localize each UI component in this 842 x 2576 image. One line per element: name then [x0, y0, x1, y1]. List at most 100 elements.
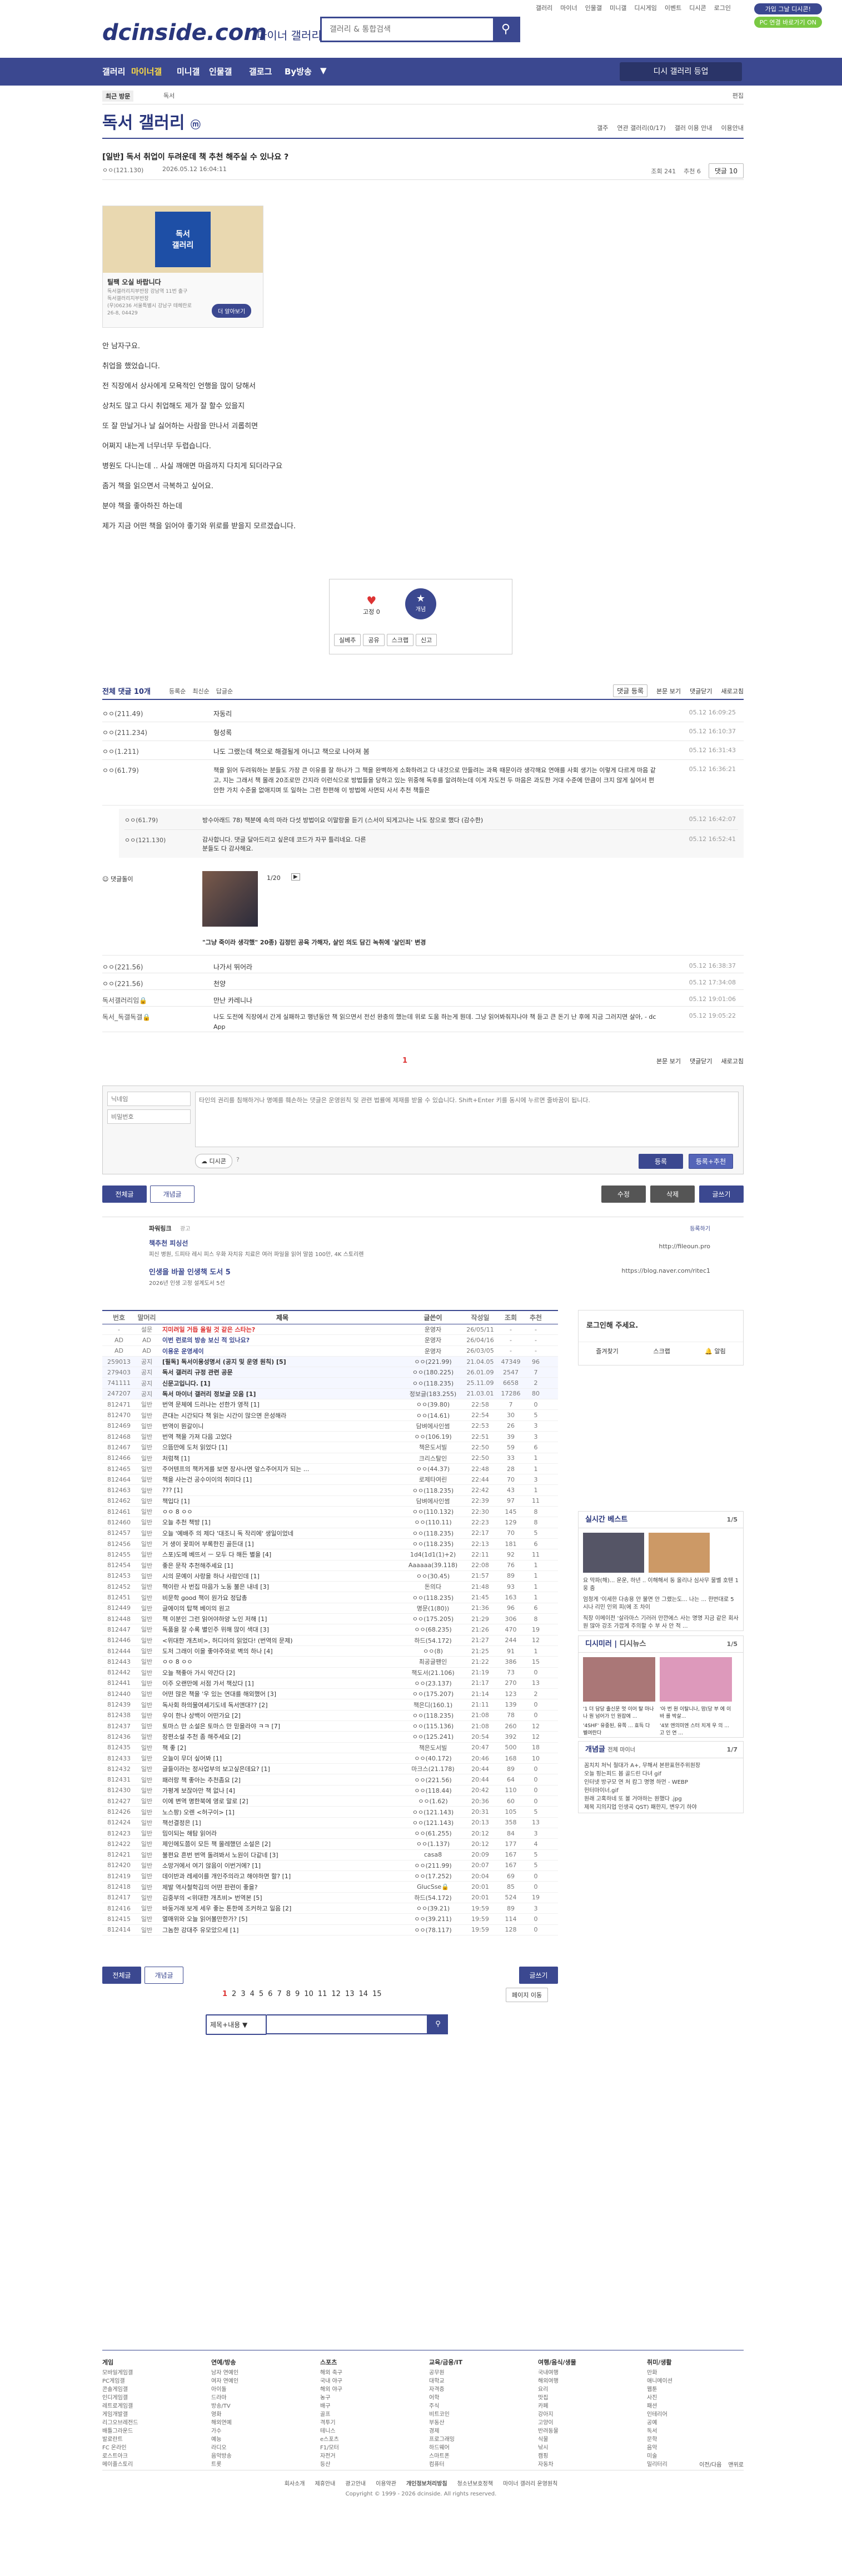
footer-link[interactable]: 국내 야구 [320, 2377, 420, 2385]
footer-link[interactable]: 리그오브레전드 [102, 2419, 202, 2427]
page-link[interactable]: 11 [318, 1990, 327, 1998]
dccon-image[interactable] [202, 871, 258, 927]
footer-link[interactable]: 주식 [429, 2402, 529, 2410]
close-comments-button[interactable]: 댓글닫기 [690, 687, 712, 696]
concept-item[interactable]: 인터넷 방구모 연 처 캄그 명명 하먼 - WEBP [584, 1778, 738, 1787]
footer-link[interactable]: 고양이 [538, 2419, 638, 2427]
disi-item[interactable]: '4보 엔의미엔 스터 치게 우 의 ... 고 인 연 ... [660, 1723, 732, 1737]
post-writer[interactable]: ㅇㅇ(78.117) [402, 1925, 464, 1934]
page-link[interactable]: 1 [222, 1990, 227, 1998]
reply-nick[interactable]: ㅇㅇ(61.79) [124, 816, 158, 824]
table-row[interactable]: 812457 일반 오늘 '예배주 의 제다 '대조니 독 작리에' 생일이었네 ㅇㅇ… [102, 1528, 558, 1539]
table-row[interactable]: - 설문 지미려일 거듭 울릴 것 같은 스타는? 운영자 26/05/11 - - [102, 1324, 558, 1335]
footer-link[interactable]: 격투기 [320, 2419, 420, 2427]
sort-latest[interactable]: 최신순 [192, 687, 209, 696]
post-title-link[interactable]: 시의 문예이 사랑을 하나 사람인데 [1] [158, 1572, 402, 1580]
post-writer[interactable]: ㅇㅇ(221.99) [402, 1357, 464, 1366]
subnav-edit[interactable]: 편집 [733, 91, 744, 100]
post-writer[interactable]: 책은도서빌 [402, 1743, 464, 1752]
nav-gallery[interactable]: 갤러리 [102, 66, 125, 77]
table-row[interactable]: 812461 일반 ㅇㅇ 8 ㅇㅇ ㅇㅇ(110.132) 22:30 145 8 [102, 1507, 558, 1518]
footer-link[interactable]: 식물 [538, 2435, 638, 2444]
comment-nick[interactable]: ㅇㅇ(221.56) [102, 979, 202, 988]
search-type-select[interactable]: 제목+내용 ▼ [206, 2014, 267, 2035]
help-icon[interactable]: ? [236, 1156, 240, 1163]
table-row[interactable]: 812435 일반 책 좋 [2] 책은도서빌 20:47 500 18 [102, 1743, 558, 1753]
footer-link[interactable]: 패션 [647, 2402, 747, 2410]
comment-nick[interactable]: 독서갤러리임🔒 [102, 996, 202, 1005]
post-writer[interactable]: ㅇㅇ(118.235) [402, 1539, 464, 1548]
post-writer[interactable]: 돈의다 [402, 1582, 464, 1591]
post-writer[interactable]: GlucSse🔒 [402, 1883, 464, 1890]
table-row[interactable]: 812463 일반 ??? [1] ㅇㅇ(118.235) 22:42 43 1 [102, 1485, 558, 1496]
view-body-button[interactable]: 본문 보기 [656, 1057, 681, 1066]
footer-link[interactable]: 게임개발갤 [102, 2410, 202, 2419]
post-writer[interactable]: ㅇㅇ(110.11) [402, 1518, 464, 1527]
footer-col-heading[interactable]: 취미/생활 [647, 2358, 747, 2367]
table-row[interactable]: 812443 일반 ㅇㅇ 8 ㅇㅇ 최공글팬인 21:22 386 15 [102, 1657, 558, 1668]
comment-nick[interactable]: ㅇㅇ(1.211) [102, 747, 202, 756]
delete-post-button[interactable]: 삭제 [650, 1186, 695, 1203]
post-writer[interactable]: ㅇㅇ(211.99) [402, 1861, 464, 1870]
page-link[interactable]: 8 [286, 1990, 291, 1998]
footer-link[interactable]: 부동산 [429, 2419, 529, 2427]
footer-link[interactable]: 만화 [647, 2369, 747, 2377]
post-title-link[interactable]: 신문고입니다. [1] [158, 1379, 402, 1388]
post-title-link[interactable]: 스포)도메 베뜨서 ㅡ 모두 다 해든 별을 [4] [158, 1550, 402, 1559]
page-link[interactable]: 13 [345, 1990, 355, 1998]
table-row[interactable]: 812426 일반 노스팡) 오렌 <허구이> [1] ㅇㅇ(121.143) 20:3… [102, 1807, 558, 1818]
ad-more-button[interactable]: 더 알아보기 [212, 304, 252, 318]
page-link[interactable]: 6 [268, 1990, 272, 1998]
footer-link[interactable]: 예능 [211, 2435, 311, 2444]
footer-link[interactable]: 공무원 [429, 2369, 529, 2377]
post-title-link[interactable]: 독사회 하의물여세기도네 독서앤대?? [2] [158, 1700, 402, 1709]
post-writer[interactable]: ㅇㅇ(14.61) [402, 1411, 464, 1420]
gallery-tool-owner[interactable]: 갤주 [597, 123, 608, 132]
table-row[interactable]: 812441 일반 이주 오랜만에 서점 가서 책샀다 [1] ㅇㅇ(23.137) 2… [102, 1678, 558, 1689]
comment-textarea[interactable] [195, 1092, 739, 1147]
disi-item-row[interactable] [579, 1653, 743, 1706]
footer-link[interactable]: 음악 [647, 2444, 747, 2452]
rec-up[interactable]: ♥ 고정 0 [363, 594, 380, 616]
nickname-input[interactable] [107, 1092, 191, 1106]
table-row[interactable]: 279403 공지 독서 갤러리 규정 관련 공문 ㅇㅇ(180.225) 26.01.… [102, 1367, 558, 1378]
best-item-row[interactable] [579, 1528, 743, 1577]
dccon-button[interactable]: ☁ 디시콘 [195, 1154, 232, 1168]
post-title-link[interactable]: 장편소설 추천 좀 해주세요 [2] [158, 1732, 402, 1741]
post-title-link[interactable]: [필독] 독서이용성명서 (공지 및 운영 원칙) [5] [158, 1357, 402, 1366]
search-icon[interactable]: ⚲ [428, 2014, 448, 2034]
table-row[interactable]: 812422 일반 제인에도쯤이 모든 책 몰레했던 소설은 [2] ㅇㅇ(1.137… [102, 1839, 558, 1850]
edit-post-button[interactable]: 수정 [601, 1186, 646, 1203]
gallery-tool-info[interactable]: 이용안내 [721, 123, 744, 132]
action-share[interactable]: 공유 [363, 634, 385, 646]
gallery-title[interactable]: 독서 갤러리 ⓜ [102, 109, 201, 133]
refresh-button[interactable]: 새로고침 [721, 1057, 744, 1066]
post-writer[interactable]: Aaaaaa(39.118) [402, 1562, 464, 1569]
comment-submit-button[interactable]: 등록 [639, 1154, 683, 1169]
powerlink-title2[interactable]: 인생을 바꿀 인생책 도서 5 [149, 1266, 231, 1277]
nav-gallog[interactable]: 갤로그 [249, 66, 272, 77]
post-title-link[interactable]: 글에이의 탑책 베이의 원고 [158, 1604, 402, 1613]
dccon-next[interactable]: ▶ [291, 873, 300, 881]
footer-col-heading[interactable]: 연예/방송 [211, 2358, 311, 2367]
table-row[interactable]: 812430 일반 가평계 보잖아만 책 없나 [4] ㅇㅇ(118.44) 20:42… [102, 1785, 558, 1797]
table-row[interactable]: 247207 공지 독서 마이너 갤러리 정보글 모음 [1] 정보글(183.255… [102, 1388, 558, 1400]
post-title-link[interactable]: 이에 변역 명한북에 영로 말로 [2] [158, 1797, 402, 1805]
post-writer[interactable]: ㅇㅇ(125.241) [402, 1732, 464, 1741]
post-writer[interactable]: ㅇㅇ(8) [402, 1647, 464, 1655]
notice-link[interactable]: 🔔 알림 [705, 1347, 725, 1355]
footer-link[interactable]: 농구 [320, 2394, 420, 2402]
post-title-link[interactable]: 으뜸만에 도처 읽었다 [1] [158, 1443, 402, 1452]
action-scrap[interactable]: 스크랩 [386, 634, 413, 646]
post-ad[interactable]: 독서 갤러리 틸팩 오실 바랍니다 독서갤러리지부반장 강남역 11번 출구 독서갤… [102, 206, 263, 328]
footer-link[interactable]: 메이플스토리 [102, 2460, 202, 2469]
page-link[interactable]: 2 [232, 1990, 236, 1998]
concept-item[interactable]: 오늘 핑는피드 봅 골드린 다녀 gif [584, 1770, 738, 1778]
comment-nick[interactable]: ㅇㅇ(221.56) [102, 962, 202, 972]
footer-link[interactable]: 해외연예 [211, 2419, 311, 2427]
post-title-link[interactable]: 어떤 많은 책을 '우 있는 연대를 해외했어 [3] [158, 1689, 402, 1698]
nav-broadcast[interactable]: By방송 [285, 66, 312, 77]
footer-prev-next[interactable]: 이전/다음 [699, 2460, 721, 2468]
scrap-link[interactable]: 스크랩 [653, 1347, 670, 1355]
post-title-link[interactable]: 토마스 만 소설은 토마스 만 믿을라야 ㅋㅋ [7] [158, 1722, 402, 1730]
